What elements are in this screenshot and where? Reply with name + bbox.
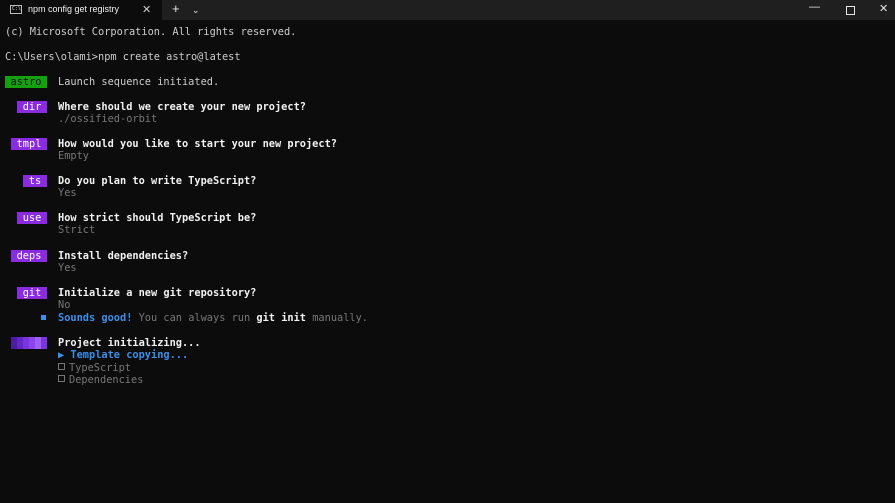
terminal-icon: C:\ [10, 5, 22, 14]
step-answer: Yes [58, 187, 77, 199]
terminal-tab[interactable]: C:\ npm config get registry ✕ [0, 0, 162, 20]
step-answer: No [58, 299, 71, 311]
progress-spinner [11, 337, 47, 349]
step-badge-dir: dir [17, 101, 47, 113]
command-line: C:\Users\olami>npm create astro@latest [5, 51, 241, 63]
step-answer: Strict [58, 224, 96, 236]
step-question: Install dependencies? [58, 250, 189, 262]
tab-close-icon[interactable]: ✕ [142, 3, 151, 16]
step-question: How strict should TypeScript be? [58, 212, 257, 224]
close-window-button[interactable]: ✕ [879, 2, 888, 15]
active-task: ▶ Template copying... [58, 349, 189, 361]
note-command: git init [256, 312, 307, 324]
copyright-line: (c) Microsoft Corporation. All rights re… [5, 26, 297, 38]
maximize-button[interactable] [846, 6, 855, 15]
note-highlight: Sounds good! [58, 312, 133, 324]
checkbox-icon [58, 363, 65, 370]
pending-task-label: Dependencies [69, 374, 144, 386]
title-bar: C:\ npm config get registry ✕ + ⌄ — ✕ [0, 0, 895, 20]
pending-task-label: TypeScript [69, 362, 131, 374]
step-badge-git: git [17, 287, 47, 299]
checkbox-icon [58, 375, 65, 382]
step-badge-use: use [17, 212, 47, 224]
step-badge-tmpl: tmpl [11, 138, 47, 150]
launch-text: Launch sequence initiated. [58, 76, 220, 88]
astro-badge: astro [5, 76, 47, 88]
note-text: manually. [306, 312, 369, 324]
note-line: Sounds good! You can always run git init… [58, 312, 368, 324]
step-badge-ts: ts [23, 175, 47, 187]
minimize-button[interactable]: — [809, 1, 820, 13]
init-title: Project initializing... [58, 337, 201, 349]
step-answer: Empty [58, 150, 89, 162]
bullet-icon [41, 315, 46, 320]
step-question: Initialize a new git repository? [58, 287, 257, 299]
note-text: You can always run [132, 312, 257, 324]
step-answer: ./ossified-orbit [58, 113, 158, 125]
pending-task: TypeScript [58, 362, 131, 374]
step-question: Where should we create your new project? [58, 101, 306, 113]
step-answer: Yes [58, 262, 77, 274]
chevron-down-icon[interactable]: ⌄ [192, 5, 200, 16]
pending-task: Dependencies [58, 374, 143, 386]
step-badge-deps: deps [11, 250, 47, 262]
tab-title: npm config get registry [28, 4, 120, 14]
step-question: Do you plan to write TypeScript? [58, 175, 257, 187]
step-question: How would you like to start your new pro… [58, 138, 337, 150]
new-tab-button[interactable]: + [172, 1, 180, 16]
